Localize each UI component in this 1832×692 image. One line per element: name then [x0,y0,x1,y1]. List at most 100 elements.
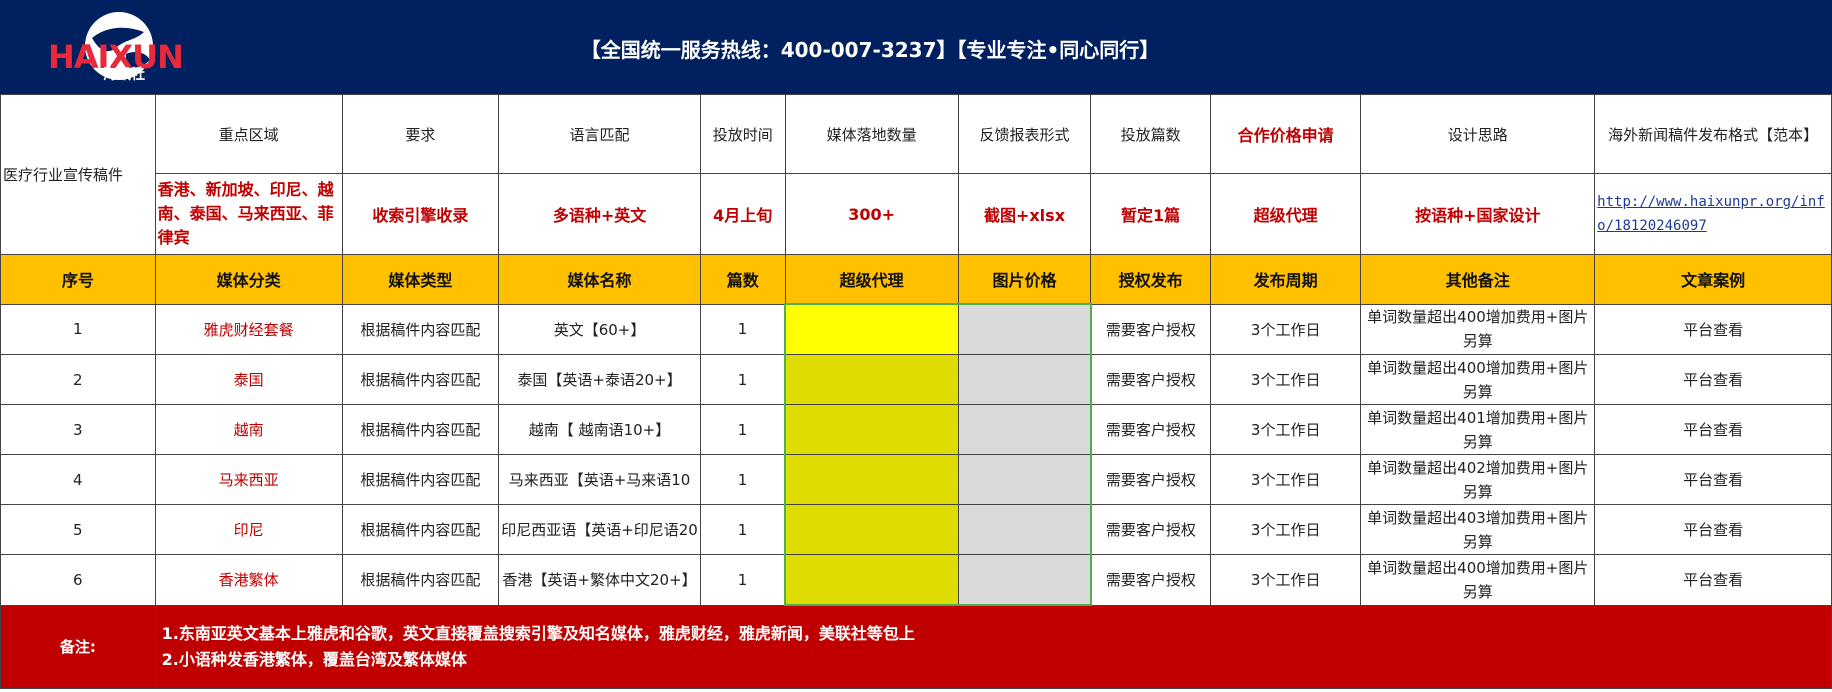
super-agent-cell[interactable] [784,354,959,405]
logo-subtitle: 海讯社 [103,67,145,83]
article-count: 1 [699,454,786,505]
media-name: 马来西亚【英语+马来语10 [498,454,701,505]
media-category: 泰国 [154,354,343,405]
column-header: 发布周期 [1209,254,1362,305]
other-notes: 单词数量超出400增加费用+图片另算 [1360,303,1596,355]
media-type: 根据稿件内容匹配 [341,504,500,555]
table-row: 1 雅虎财经套餐 根据稿件内容匹配 英文【60+】 1 需要客户授权 3个工作日… [0,303,1832,355]
summary-value: 4月上旬 [699,173,786,255]
table-row: 5 印尼 根据稿件内容匹配 印尼西亚语【英语+印尼语20 1 需要客户授权 3个… [0,504,1832,555]
publish-cycle: 3个工作日 [1209,303,1362,355]
summary-header: 投放篇数 [1090,94,1211,174]
authorization: 需要客户授权 [1090,303,1211,355]
image-price-cell[interactable] [957,303,1092,355]
media-type: 根据稿件内容匹配 [341,454,500,505]
article-count: 1 [699,303,786,355]
article-case: 平台查看 [1594,504,1832,555]
summary-header-row: 医疗行业宣传稿件 重点区域 要求 语言匹配 投放时间 媒体落地数量 反馈报表形式… [0,94,1832,255]
service-hotline: 【全国统一服务热线：400-007-3237】【专业专注•同心同行】 [580,38,1160,62]
authorization: 需要客户授权 [1090,354,1211,405]
media-category: 香港繁体 [154,554,343,606]
row-number: 3 [0,404,156,455]
media-name: 印尼西亚语【英语+印尼语20 [498,504,701,555]
media-category: 马来西亚 [154,454,343,505]
media-name: 越南【 越南语10+】 [498,404,701,455]
project-name: 医疗行业宣传稿件 [0,94,156,255]
other-notes: 单词数量超出400增加费用+图片另算 [1360,554,1596,606]
summary-header: 语言匹配 [498,94,701,174]
summary-value: 暂定1篇 [1090,173,1211,255]
media-name: 泰国【英语+泰语20+】 [498,354,701,405]
other-notes: 单词数量超出400增加费用+图片另算 [1360,354,1596,405]
article-count: 1 [699,554,786,606]
media-type: 根据稿件内容匹配 [341,404,500,455]
article-case: 平台查看 [1594,303,1832,355]
media-type: 根据稿件内容匹配 [341,354,500,405]
column-header: 媒体类型 [341,254,500,305]
publish-cycle: 3个工作日 [1209,554,1362,606]
other-notes: 单词数量超出402增加费用+图片另算 [1360,454,1596,505]
summary-value: 截图+xlsx [957,173,1092,255]
media-name: 英文【60+】 [498,303,701,355]
super-agent-cell[interactable] [784,454,959,505]
super-agent-cell[interactable] [784,554,959,606]
summary-value-regions: 香港、新加坡、印尼、越南、泰国、马来西亚、菲律宾 [154,173,343,255]
summary-header: 投放时间 [699,94,786,174]
summary-header: 要求 [341,94,500,174]
notes-row: 备注: 1.东南亚英文基本上雅虎和谷歌，英文直接覆盖搜索引擎及知名媒体，雅虎财经… [0,604,1832,689]
notes-label: 备注: [0,604,156,689]
sample-format-link[interactable]: http://www.haixunpr.org/info/18120246097 [1594,173,1832,255]
media-plan-table: 医疗行业宣传稿件 重点区域 要求 语言匹配 投放时间 媒体落地数量 反馈报表形式… [0,94,1832,689]
authorization: 需要客户授权 [1090,404,1211,455]
table-row: 3 越南 根据稿件内容匹配 越南【 越南语10+】 1 需要客户授权 3个工作日… [0,404,1832,455]
row-number: 4 [0,454,156,505]
super-agent-cell[interactable] [784,404,959,455]
summary-value: 300+ [784,173,959,255]
summary-value: 超级代理 [1209,173,1362,255]
image-price-cell[interactable] [957,554,1092,606]
row-number: 6 [0,554,156,606]
image-price-cell[interactable] [957,454,1092,505]
summary-header: 媒体落地数量 [784,94,959,174]
media-category: 印尼 [154,504,343,555]
summary-header: 设计思路 [1360,94,1596,174]
column-header: 图片价格 [957,254,1092,305]
super-agent-cell[interactable] [784,303,959,355]
image-price-cell[interactable] [957,354,1092,405]
image-price-cell[interactable] [957,404,1092,455]
summary-value: 多语种+英文 [498,173,701,255]
article-case: 平台查看 [1594,454,1832,505]
article-count: 1 [699,404,786,455]
other-notes: 单词数量超出401增加费用+图片另算 [1360,404,1596,455]
image-price-cell[interactable] [957,504,1092,555]
table-row: 6 香港繁体 根据稿件内容匹配 香港【英语+繁体中文20+】 1 需要客户授权 … [0,554,1832,606]
row-number: 5 [0,504,156,555]
article-count: 1 [699,354,786,405]
column-header: 其他备注 [1360,254,1596,305]
notes-line: 1.东南亚英文基本上雅虎和谷歌，英文直接覆盖搜索引擎及知名媒体，雅虎财经，雅虎新… [161,624,915,643]
article-case: 平台查看 [1594,404,1832,455]
summary-value: 收索引擎收录 [341,173,500,255]
other-notes: 单词数量超出403增加费用+图片另算 [1360,504,1596,555]
article-case: 平台查看 [1594,554,1832,606]
publish-cycle: 3个工作日 [1209,404,1362,455]
notes-text: 1.东南亚英文基本上雅虎和谷歌，英文直接覆盖搜索引擎及知名媒体，雅虎财经，雅虎新… [154,604,1832,689]
media-name: 香港【英语+繁体中文20+】 [498,554,701,606]
notes-line: 2.小语种发香港繁体，覆盖台湾及繁体媒体 [161,650,467,669]
summary-header: 反馈报表形式 [957,94,1092,174]
authorization: 需要客户授权 [1090,504,1211,555]
column-header: 序号 [0,254,156,305]
summary-header-price: 合作价格申请 [1209,94,1362,174]
table-row: 4 马来西亚 根据稿件内容匹配 马来西亚【英语+马来语10 1 需要客户授权 3… [0,454,1832,505]
media-category: 越南 [154,404,343,455]
column-header: 媒体分类 [154,254,343,305]
banner: HAIXUN 海讯社 【全国统一服务热线：400-007-3237】【专业专注•… [0,0,1832,94]
summary-header: 海外新闻稿件发布格式【范本】 [1594,94,1832,174]
authorization: 需要客户授权 [1090,454,1211,505]
super-agent-cell[interactable] [784,504,959,555]
table-row: 2 泰国 根据稿件内容匹配 泰国【英语+泰语20+】 1 需要客户授权 3个工作… [0,354,1832,405]
summary-value-row: 香港、新加坡、印尼、越南、泰国、马来西亚、菲律宾 收索引擎收录 多语种+英文 4… [1,173,1832,255]
summary-value: 按语种+国家设计 [1360,173,1596,255]
column-header-row: 序号 媒体分类 媒体类型 媒体名称 篇数 超级代理 图片价格 授权发布 发布周期… [0,254,1832,305]
publish-cycle: 3个工作日 [1209,354,1362,405]
